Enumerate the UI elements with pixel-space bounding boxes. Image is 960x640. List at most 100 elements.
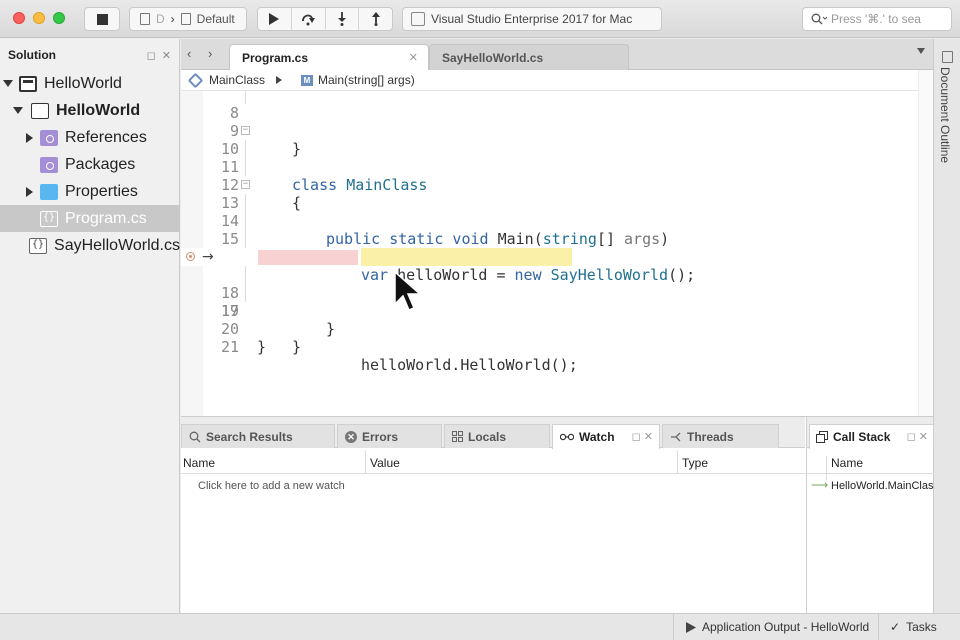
method-icon: M <box>301 74 314 86</box>
search-placeholder: Press '⌘.' to sea <box>831 12 921 26</box>
watch-pad-controls[interactable]: ◻ ✕ <box>632 430 653 443</box>
step-into-icon <box>337 12 346 26</box>
breadcrumb-class[interactable]: MainClass <box>209 73 265 87</box>
step-over-button[interactable] <box>292 8 326 30</box>
nav-back-icon[interactable]: ‹ <box>187 46 191 61</box>
document-outline-label: Document Outline <box>938 67 952 164</box>
tab-errors[interactable]: ✕ Errors <box>337 424 442 448</box>
tab-program-cs[interactable]: Program.cs ✕ <box>229 44 429 71</box>
tab-watch[interactable]: Watch ◻ ✕ <box>552 424 660 449</box>
play-icon <box>269 13 280 25</box>
code-line: 16 <box>181 230 918 266</box>
tab-list-chevron-icon[interactable] <box>917 48 925 54</box>
column-header-name[interactable]: Name <box>807 450 934 480</box>
references-folder-icon <box>40 129 58 146</box>
step-into-button[interactable] <box>326 8 360 30</box>
fold-icon[interactable]: − <box>241 180 250 189</box>
close-icon[interactable]: ✕ <box>409 51 418 64</box>
tree-item-packages[interactable]: Packages <box>0 151 180 178</box>
tree-item-label: Packages <box>65 155 136 173</box>
tree-item-project[interactable]: HelloWorld <box>0 97 180 124</box>
minimize-window-button[interactable] <box>33 12 45 24</box>
column-header-name[interactable]: Name <box>183 456 215 470</box>
code-line: 13 − public static void Main(string[] ar… <box>181 176 918 249</box>
step-out-button[interactable] <box>359 8 392 30</box>
csharp-file-icon: {} <box>40 210 58 227</box>
tab-label: SayHelloWorld.cs <box>442 50 544 65</box>
expanded-icon[interactable] <box>3 80 13 87</box>
step-out-icon <box>371 12 380 26</box>
tree-item-label: HelloWorld <box>44 74 122 92</box>
tab-label: Locals <box>468 429 507 444</box>
chevron-right-icon <box>276 76 283 84</box>
tree-item-properties[interactable]: Properties <box>0 178 180 205</box>
project-icon <box>31 102 49 119</box>
code-line: 12 <box>181 158 918 194</box>
code-text: } <box>257 338 267 356</box>
code-line: 21 <box>181 320 918 356</box>
add-watch-row[interactable]: Click here to add a new watch <box>198 480 345 492</box>
search-icon <box>811 13 827 25</box>
column-header-type[interactable]: Type <box>682 456 708 470</box>
call-stack-pad-controls[interactable]: ◻ ✕ <box>907 430 928 443</box>
config-prefix: D <box>156 12 165 26</box>
breakpoint-highlight <box>258 250 358 265</box>
search-icon <box>189 431 201 442</box>
tree-item-program-cs[interactable]: {} Program.cs <box>0 205 180 232</box>
search-input[interactable]: Press '⌘.' to sea <box>802 7 952 31</box>
tree-item-sayhelloworld-cs[interactable]: {} SayHelloWorld.cs <box>0 232 180 259</box>
class-icon <box>187 72 204 88</box>
dock-icon[interactable]: ◻ <box>147 49 156 62</box>
threads-icon <box>671 432 681 441</box>
mouse-pointer-icon <box>394 270 422 311</box>
editor-scrollbar[interactable] <box>918 70 933 416</box>
device-icon <box>180 13 191 25</box>
breakpoint-icon[interactable] <box>186 252 195 261</box>
editor-tab-bar: ‹ › Program.cs ✕ SayHelloWorld.cs <box>181 39 933 71</box>
current-frame-arrow-icon: ⟶ <box>811 478 829 492</box>
close-window-button[interactable] <box>13 12 25 24</box>
column-header-value[interactable]: Value <box>370 456 400 470</box>
line-number: 21 <box>220 338 239 356</box>
breadcrumb: MainClass M Main(string[] args) <box>181 70 918 91</box>
tree-item-references[interactable]: References <box>0 124 180 151</box>
configuration-selector[interactable]: D › Default <box>129 7 247 31</box>
code-editor[interactable]: 8 } 9 10 − class MainClass 11 { 12 13 − … <box>181 91 918 416</box>
call-stack-pad: Call Stack ◻ ✕ Name ⟶ HelloWorld.MainCla… <box>806 417 934 614</box>
collapsed-icon[interactable] <box>26 186 33 197</box>
play-icon <box>686 621 696 633</box>
tab-search-results[interactable]: Search Results <box>181 424 335 448</box>
step-over-icon <box>302 14 316 26</box>
tab-sayhelloworld-cs[interactable]: SayHelloWorld.cs <box>429 44 629 70</box>
tree-item-solution[interactable]: HelloWorld <box>0 70 180 97</box>
tab-locals[interactable]: Locals <box>444 424 550 448</box>
application-output-button[interactable]: Application Output - HelloWorld <box>686 620 869 634</box>
code-text: helloWorld.HelloWorld(); <box>361 356 578 374</box>
close-icon[interactable]: ✕ <box>162 49 171 62</box>
execution-arrow-icon: → <box>202 249 214 265</box>
code-line: 19 } <box>181 284 918 356</box>
toolbar: D › Default Visual Studio Enterprise 201… <box>0 0 960 38</box>
collapsed-icon[interactable] <box>26 132 33 143</box>
continue-button[interactable] <box>258 8 292 30</box>
document-icon <box>140 13 150 25</box>
call-stack-icon <box>816 431 828 443</box>
tab-threads[interactable]: Threads <box>662 424 779 448</box>
solution-pad-title: Solution <box>8 48 56 62</box>
tree-item-label: HelloWorld <box>56 101 141 119</box>
tree-item-label: SayHelloWorld.cs <box>54 236 180 254</box>
tab-label: Watch <box>579 430 615 444</box>
tab-label: Call Stack <box>833 430 891 444</box>
fold-icon[interactable]: − <box>241 126 250 135</box>
nav-forward-icon[interactable]: › <box>208 46 212 61</box>
breadcrumb-method[interactable]: Main(string[] args) <box>318 73 415 87</box>
code-line: 20 } <box>181 302 918 356</box>
call-stack-row[interactable]: ⟶ HelloWorld.MainClass.Main <box>807 478 934 496</box>
solution-pad: Solution ◻ ✕ HelloWorld HelloWorld Refer… <box>0 39 180 613</box>
tab-call-stack[interactable]: Call Stack ◻ ✕ <box>809 424 934 449</box>
zoom-window-button[interactable] <box>53 12 65 24</box>
document-outline-pad[interactable]: Document Outline <box>933 39 960 613</box>
stop-button[interactable] <box>84 7 120 31</box>
expanded-icon[interactable] <box>13 107 23 114</box>
tasks-button[interactable]: ✓ Tasks <box>890 620 937 634</box>
